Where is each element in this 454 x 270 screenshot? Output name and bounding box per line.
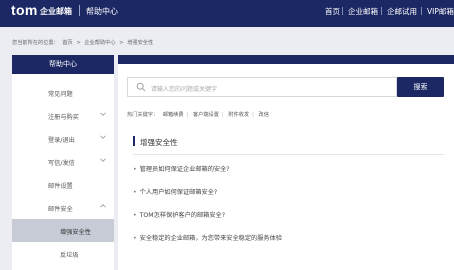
nav-divider [381, 7, 382, 15]
nav-vip-mail[interactable]: VIP邮箱 [427, 6, 454, 17]
divider [133, 154, 444, 155]
sidebar-item-mail-security[interactable]: 邮件安全 [12, 196, 114, 219]
bullet: • [133, 189, 137, 196]
sidebar-item-register[interactable]: 注册与购买 [12, 104, 114, 127]
keyword-divider: | [221, 112, 224, 118]
breadcrumb-help-center[interactable]: 企业帮助中心 [84, 40, 115, 46]
sidebar-item-label: 登录/退出 [48, 137, 75, 144]
nav-divider [421, 7, 422, 15]
brand-divider [79, 5, 80, 16]
tom-logo[interactable]: tom [11, 2, 38, 18]
nav-enterprise-mail[interactable]: 企业邮箱 [348, 6, 378, 17]
sidebar-item-login[interactable]: 登录/退出 [12, 127, 114, 150]
sidebar: 帮助中心 常见问题 注册与购买 登录/退出 写信/发信 邮件设置 邮件安全 增强… [12, 55, 114, 270]
hot-keyword[interactable]: 附件收发 [228, 112, 249, 118]
sidebar-item-label: 邮件设置 [48, 183, 73, 190]
sidebar-item-label: 增强安全性 [60, 229, 91, 236]
search-input[interactable]: 请输入您的问题或关键字 [127, 77, 397, 97]
hot-keyword[interactable]: 改信 [259, 112, 269, 118]
chevron-down-icon [100, 112, 106, 116]
hot-keyword[interactable]: 客户端设置 [193, 112, 219, 118]
sidebar-item-enhance-security[interactable]: 增强安全性 [12, 219, 114, 242]
question-text: 安全稳定的企业邮箱，为您带来安全稳定的服务体验 [139, 235, 282, 242]
keyword-divider: | [186, 112, 189, 118]
breadcrumb: 您当前所在的位置： 首页 > 企业帮助中心 > 增强安全性 [12, 39, 155, 46]
sidebar-item-label: 写信/发信 [48, 160, 75, 167]
hot-keyword[interactable]: 邮箱续费 [163, 112, 184, 118]
sidebar-item-label: 反垃圾 [60, 252, 79, 259]
question-link[interactable]: • 个人用户如何保证邮箱安全? [133, 187, 217, 196]
sidebar-item-anti-spam[interactable]: 反垃圾 [12, 242, 114, 265]
breadcrumb-home[interactable]: 首页 [62, 40, 72, 46]
chevron-down-icon [100, 158, 106, 162]
bullet: • [133, 235, 137, 242]
sidebar-item-label: 常见问题 [48, 91, 73, 98]
chevron-up-icon [100, 204, 106, 208]
sidebar-title: 帮助中心 [12, 55, 114, 74]
sidebar-item-label: 注册与购买 [48, 114, 79, 121]
sidebar-item-faq[interactable]: 常见问题 [12, 81, 114, 104]
panel-header-strip [118, 55, 454, 64]
question-link[interactable]: • 安全稳定的企业邮箱，为您带来安全稳定的服务体验 [133, 233, 282, 242]
question-link[interactable]: • TOM怎样保护客户的邮箱安全? [133, 210, 225, 219]
sidebar-item-compose[interactable]: 写信/发信 [12, 150, 114, 173]
search-button[interactable]: 搜索 [397, 77, 444, 97]
question-text: 管理员如何保证企业邮箱的安全? [139, 166, 230, 173]
nav-trial[interactable]: 企邮试用 [387, 6, 417, 17]
title-accent-bar [133, 136, 135, 146]
bullet: • [133, 212, 137, 219]
brand-enterprise-mail[interactable]: 企业邮箱 [40, 6, 72, 17]
top-navigation-bar: tom 企业邮箱 帮助中心 首页 企业邮箱 企邮试用 VIP邮箱 [0, 0, 454, 27]
nav-divider [342, 7, 343, 15]
hot-keywords-label: 热门关键字： [127, 112, 159, 118]
breadcrumb-prefix: 您当前所在的位置： [12, 40, 59, 46]
hot-keywords: 热门关键字： 邮箱续费 | 客户端设置 | 附件收发 | 改信 [127, 111, 269, 118]
sidebar-item-label: 邮件安全 [48, 206, 73, 213]
search-icon [136, 82, 146, 92]
sidebar-item-mail-settings[interactable]: 邮件设置 [12, 173, 114, 196]
question-link[interactable]: • 管理员如何保证企业邮箱的安全? [133, 164, 230, 173]
question-text: TOM怎样保护客户的邮箱安全? [139, 212, 225, 219]
breadcrumb-separator: > [76, 40, 81, 46]
content-title: 增强安全性 [140, 138, 178, 147]
breadcrumb-separator: > [119, 40, 124, 46]
search-placeholder: 请输入您的问题或关键字 [151, 86, 218, 93]
keyword-divider: | [252, 112, 254, 118]
brand-help-center: 帮助中心 [86, 7, 118, 16]
nav-home[interactable]: 首页 [325, 6, 340, 17]
chevron-down-icon [100, 135, 106, 139]
bullet: • [133, 166, 137, 173]
content-panel: 增强安全性 • 管理员如何保证企业邮箱的安全? • 个人用户如何保证邮箱安全? • T… [118, 125, 454, 270]
breadcrumb-current: 增强安全性 [127, 40, 154, 46]
question-text: 个人用户如何保证邮箱安全? [139, 189, 218, 196]
